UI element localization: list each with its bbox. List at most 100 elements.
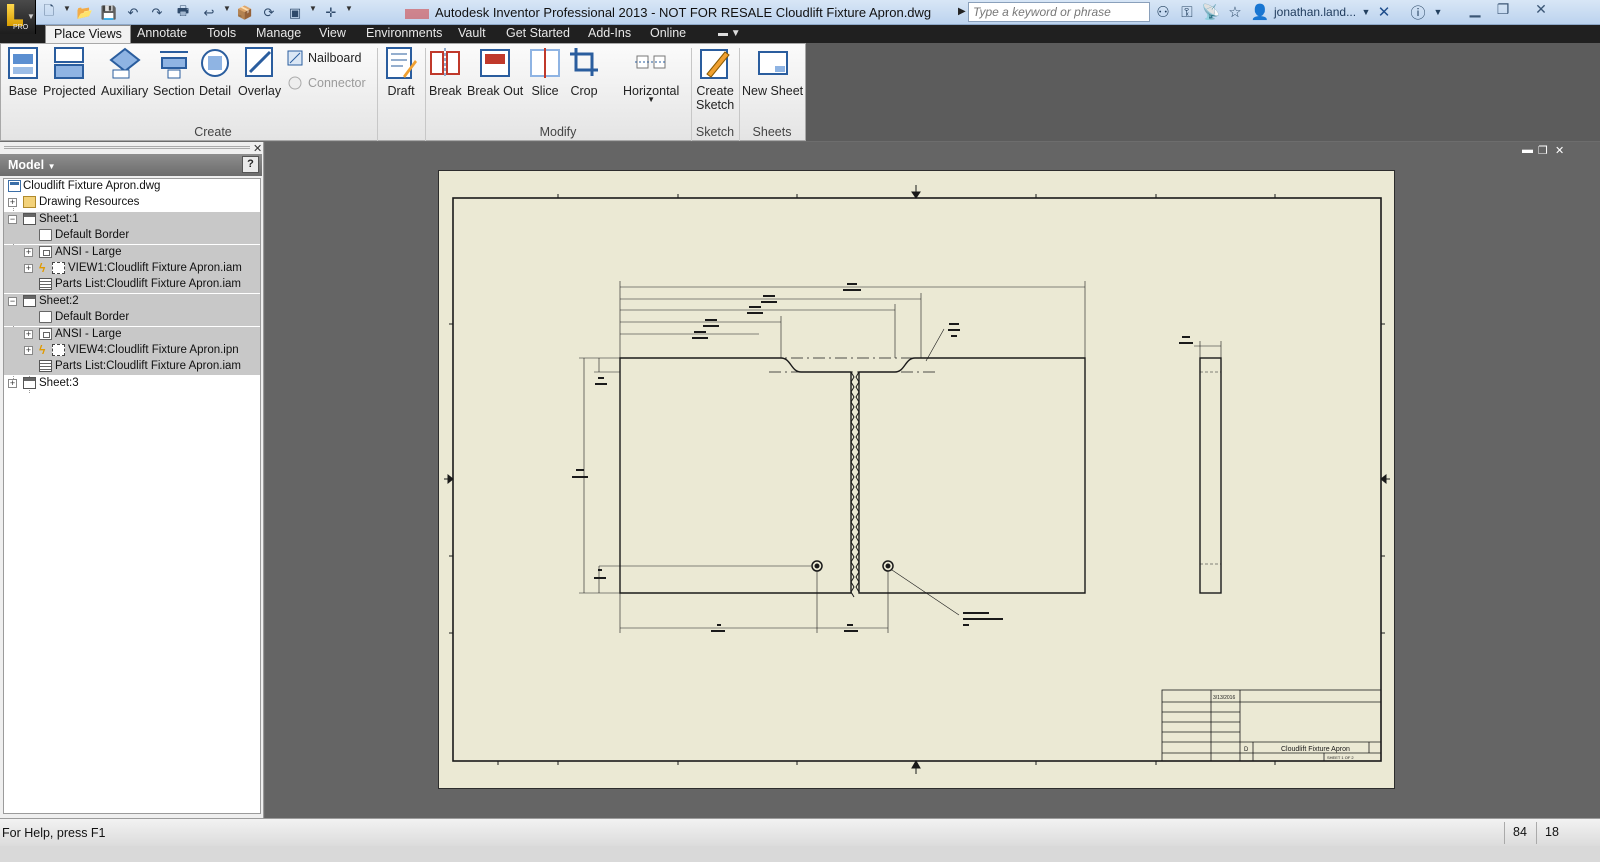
projected-view-button[interactable]: Projected: [43, 46, 96, 98]
user-name[interactable]: jonathan.land...: [1274, 5, 1356, 19]
tree-node-view1[interactable]: + ϟ VIEW1:Cloudlift Fixture Apron.iam: [4, 261, 260, 277]
drawing-sheet[interactable]: Cloudlift Fixture Apron D 3/13/2016 SHEE…: [438, 170, 1395, 789]
help-icon[interactable]: ⓘ: [1408, 3, 1428, 22]
browser-grip-handle[interactable]: [4, 146, 250, 149]
tree-node-sheet-2[interactable]: − Sheet:2: [4, 294, 260, 310]
update-icon[interactable]: ⟳: [260, 4, 278, 22]
return-icon[interactable]: ↩: [200, 4, 218, 22]
break-button[interactable]: Break: [429, 46, 462, 98]
align-horizontal-button[interactable]: Horizontal ▼: [623, 46, 679, 104]
section-view-button[interactable]: Section: [153, 46, 195, 98]
break-out-button[interactable]: Break Out: [467, 46, 523, 98]
ribbon-display-toggle-icon[interactable]: ▬ ▼: [718, 28, 744, 40]
tab-environments[interactable]: Environments: [358, 25, 450, 43]
doc-close-icon[interactable]: ✕: [1555, 144, 1564, 157]
tree-node-drawing-resources[interactable]: + Drawing Resources: [4, 195, 260, 211]
collapse-icon[interactable]: −: [8, 215, 17, 224]
print-icon[interactable]: 🖶: [174, 3, 192, 22]
expand-icon[interactable]: +: [24, 346, 33, 355]
tree-node-title-block[interactable]: + ANSI - Large: [4, 245, 260, 261]
new-sheet-label: New Sheet: [742, 84, 804, 98]
app-menu-chevron-icon: ▼: [27, 12, 35, 21]
tab-place-views[interactable]: Place Views: [45, 25, 131, 43]
section-label: Section: [153, 84, 195, 98]
break-label: Break: [429, 84, 462, 98]
crop-button[interactable]: Crop: [568, 46, 600, 98]
appearance-icon[interactable]: ▣: [286, 4, 304, 22]
measure-icon[interactable]: ✛: [322, 4, 340, 22]
new-dropdown-chevron-icon[interactable]: ▼: [63, 4, 71, 13]
application-menu-button[interactable]: PRO ▼: [0, 0, 36, 34]
tree-node-sheet-1[interactable]: − Sheet:1: [4, 212, 260, 228]
expand-icon[interactable]: +: [24, 248, 33, 257]
overlay-label: Overlay: [238, 84, 282, 98]
favorites-star-icon[interactable]: ☆: [1225, 3, 1245, 21]
subscription-center-icon[interactable]: ⚿: [1177, 3, 1197, 21]
help-search-input[interactable]: Type a keyword or phrase: [968, 2, 1150, 22]
tab-view[interactable]: View: [311, 25, 354, 43]
tree-node-default-border[interactable]: Default Border: [4, 228, 260, 244]
collapse-icon[interactable]: −: [8, 297, 17, 306]
expand-icon[interactable]: +: [8, 198, 17, 207]
tree-node-default-border-2[interactable]: Default Border: [4, 310, 260, 326]
doc-minimize-icon[interactable]: ▬: [1522, 144, 1533, 156]
auxiliary-view-button[interactable]: Auxiliary: [101, 46, 148, 98]
tree-node-parts-list-1[interactable]: Parts List:Cloudlift Fixture Apron.iam: [4, 277, 260, 293]
tree-node-title-block-2[interactable]: + ANSI - Large: [4, 327, 260, 343]
undo-icon[interactable]: ↶: [124, 4, 142, 22]
create-sketch-label-2: Sketch: [696, 98, 735, 112]
expand-icon[interactable]: +: [8, 379, 17, 388]
new-sheet-button[interactable]: New Sheet: [742, 46, 803, 98]
tab-add-ins[interactable]: Add-Ins: [580, 25, 639, 43]
ribbon-panel: Base Projected Auxiliary Section Detail …: [0, 43, 806, 141]
return-dropdown-chevron-icon[interactable]: ▼: [223, 4, 231, 13]
expand-icon[interactable]: +: [24, 264, 33, 273]
create-group-label: Create: [194, 125, 232, 139]
close-window-icon[interactable]: ✕: [1528, 1, 1554, 19]
user-account-icon[interactable]: 👤: [1250, 3, 1270, 21]
communication-center-icon[interactable]: 📡: [1201, 3, 1221, 21]
detail-view-button[interactable]: Detail: [199, 46, 231, 98]
project-icon[interactable]: 📦: [236, 4, 254, 22]
appearance-dropdown-chevron-icon[interactable]: ▼: [309, 4, 317, 13]
help-menu-chevron-icon[interactable]: ▼: [1428, 3, 1448, 21]
tree-node-parts-list-2[interactable]: Parts List:Cloudlift Fixture Apron.iam: [4, 359, 260, 375]
tab-online[interactable]: Online: [642, 25, 694, 43]
search-expand-icon[interactable]: ▶: [958, 6, 966, 17]
browser-title-dropdown[interactable]: Model ▼: [8, 158, 56, 172]
restore-window-icon[interactable]: ❐: [1490, 1, 1516, 19]
draft-view-button[interactable]: Draft: [385, 46, 417, 98]
redo-icon[interactable]: ↷: [148, 4, 166, 22]
expand-icon[interactable]: +: [24, 330, 33, 339]
tab-manage[interactable]: Manage: [248, 25, 309, 43]
customize-qat-chevron-icon[interactable]: ▼: [345, 4, 353, 13]
tab-vault[interactable]: Vault: [450, 25, 494, 43]
tree-node-view4[interactable]: + ϟ VIEW4:Cloudlift Fixture Apron.ipn: [4, 343, 260, 359]
user-menu-chevron-icon[interactable]: ▼: [1356, 3, 1376, 21]
base-view-button[interactable]: Base: [7, 46, 39, 98]
save-icon[interactable]: 💾: [100, 4, 118, 22]
connector-button[interactable]: Connector: [287, 75, 366, 91]
create-sketch-button[interactable]: Create Sketch: [696, 46, 734, 112]
tree-node-sheet-3[interactable]: + Sheet:3: [4, 376, 260, 392]
exchange-apps-icon[interactable]: ✕: [1374, 3, 1394, 21]
doc-restore-icon[interactable]: ❐: [1538, 144, 1548, 157]
minimize-window-icon[interactable]: ▁: [1462, 1, 1488, 19]
drawing-file-icon: [8, 180, 21, 192]
tab-get-started[interactable]: Get Started: [498, 25, 578, 43]
slice-button[interactable]: Slice: [529, 46, 561, 98]
update-needed-bolt-icon: ϟ: [39, 343, 46, 357]
browser-help-icon[interactable]: ?: [242, 156, 259, 173]
title-block-icon: [39, 246, 52, 258]
sheet-icon: [23, 295, 36, 307]
inventor-logo-icon: [7, 4, 23, 26]
drawing-view-icon: [52, 344, 65, 356]
binoculars-search-icon[interactable]: ⚇: [1153, 3, 1173, 21]
tab-tools[interactable]: Tools: [199, 25, 244, 43]
tree-node-document[interactable]: Cloudlift Fixture Apron.dwg: [4, 179, 260, 195]
nailboard-button[interactable]: Nailboard: [287, 50, 362, 66]
new-file-icon[interactable]: 🗋: [40, 3, 58, 22]
tab-annotate[interactable]: Annotate: [129, 25, 195, 43]
overlay-view-button[interactable]: Overlay: [238, 46, 281, 98]
open-folder-icon[interactable]: 📂: [76, 4, 94, 22]
